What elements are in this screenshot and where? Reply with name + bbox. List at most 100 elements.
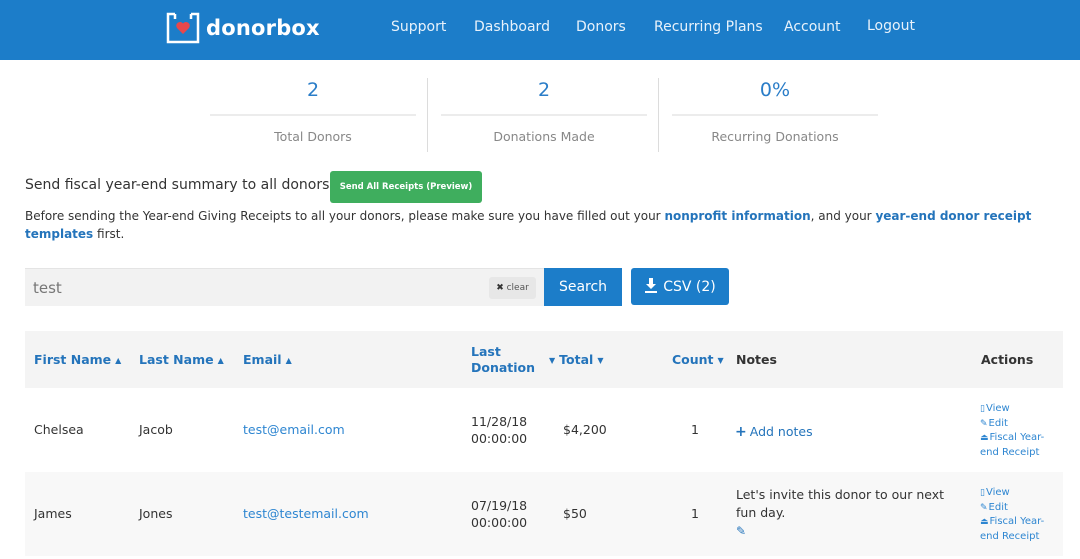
receipt-info-text: Before sending the Year-end Giving Recei…	[25, 208, 1055, 243]
stat-value: 2	[306, 79, 320, 101]
nav-account[interactable]: Account	[784, 19, 841, 35]
cell-count: 1	[691, 422, 699, 437]
nav-donors[interactable]: Donors	[576, 19, 626, 35]
cell-last-name: Jacob	[139, 422, 173, 437]
stat-total-donors: 2 Total Donors	[210, 76, 416, 144]
stat-donations-made: 2 Donations Made	[441, 76, 647, 144]
cell-last-name: Jones	[139, 506, 173, 521]
th-label: Last Name	[139, 352, 214, 367]
add-notes-button[interactable]: + Add notes	[735, 424, 813, 440]
file-icon: ▯	[980, 404, 985, 414]
top-navbar: donorbox Support Dashboard Donors Recurr…	[0, 0, 1080, 60]
table-row: Chelsea Jacob test@email.com 11/28/18 00…	[25, 388, 1063, 472]
edit-label: Edit	[988, 501, 1008, 513]
cell-first-name: James	[34, 506, 72, 521]
nav-logout[interactable]: Logout	[867, 18, 915, 34]
cell-total: $50	[563, 506, 587, 521]
th-count[interactable]: Count ▼	[672, 352, 724, 367]
th-total[interactable]: ▼ Total ▼	[549, 352, 603, 367]
clear-label: clear	[506, 283, 529, 293]
th-email[interactable]: Email ▲	[243, 352, 292, 367]
cell-email-link[interactable]: test@testemail.com	[243, 506, 369, 521]
sort-down-icon: ▼	[597, 356, 604, 365]
receipt-label: Fiscal Year-end Receipt	[980, 432, 1045, 458]
th-label: Total	[559, 352, 594, 367]
stat-value: 0%	[759, 79, 791, 101]
th-notes: Notes	[736, 352, 777, 367]
view-label: View	[985, 487, 1010, 498]
nav-support[interactable]: Support	[391, 19, 446, 35]
stat-divider-line	[210, 114, 416, 116]
stat-label: Total Donors	[274, 129, 352, 144]
file-icon: ▯	[980, 488, 985, 498]
th-label: First Name	[34, 352, 112, 367]
cell-email-link[interactable]: test@email.com	[243, 422, 345, 437]
donation-time: 00:00:00	[471, 431, 528, 446]
cell-notes: Let's invite this donor to our next fun …	[736, 486, 961, 538]
csv-export-button[interactable]: CSV (2)	[631, 268, 729, 305]
donation-time: 00:00:00	[471, 515, 528, 530]
receipt-question: Send fiscal year-end summary to all dono…	[25, 177, 337, 193]
info-middle: , and your	[810, 209, 876, 223]
stat-divider-line	[441, 114, 647, 116]
edit-note-icon[interactable]: ✎	[736, 524, 961, 538]
sort-down-icon: ▼	[717, 356, 724, 365]
cell-first-name: Chelsea	[34, 422, 84, 437]
csv-label: CSV (2)	[663, 278, 716, 295]
table-header: First Name ▲ Last Name ▲ Email ▲ Last Donat…	[25, 331, 1063, 388]
donation-date: 11/28/18	[471, 414, 528, 429]
th-label: Count	[672, 352, 714, 367]
edit-icon: ✎	[980, 418, 988, 429]
row-actions: ▯View ✎Edit ⏏Fiscal Year-end Receipt	[980, 402, 1060, 460]
view-label: View	[985, 403, 1010, 414]
edit-icon: ✎	[980, 502, 988, 513]
receipt-label: Fiscal Year-end Receipt	[980, 516, 1045, 542]
th-label: Email	[243, 352, 282, 367]
stat-label: Donations Made	[493, 129, 595, 144]
clear-search-button[interactable]: ✖ clear	[489, 277, 536, 299]
nonprofit-information-link[interactable]: nonprofit information	[664, 209, 810, 223]
donation-date: 07/19/18	[471, 498, 528, 513]
th-actions: Actions	[981, 352, 1034, 367]
stat-label: Recurring Donations	[711, 129, 839, 144]
download-tray-icon: ⏏	[980, 517, 989, 527]
fiscal-receipt-link[interactable]: ⏏Fiscal Year-end Receipt	[980, 515, 1060, 544]
info-suffix: first.	[93, 226, 125, 241]
stat-divider-line	[672, 114, 878, 116]
download-icon	[644, 277, 658, 297]
view-link[interactable]: ▯View	[980, 486, 1060, 501]
cell-total: $4,200	[563, 422, 607, 437]
download-tray-icon: ⏏	[980, 433, 989, 443]
edit-link[interactable]: ✎Edit	[980, 501, 1060, 516]
stat-separator	[658, 78, 659, 152]
stat-value: 2	[537, 79, 551, 101]
search-button[interactable]: Search	[544, 268, 622, 306]
search-bar: ✖ clear	[25, 268, 544, 306]
send-all-receipts-button[interactable]: Send All Receipts (Preview)	[330, 171, 482, 203]
search-input[interactable]	[33, 275, 473, 301]
fiscal-receipt-link[interactable]: ⏏Fiscal Year-end Receipt	[980, 431, 1060, 460]
th-last-donation[interactable]: Last Donation	[471, 344, 535, 376]
times-icon: ✖	[496, 283, 504, 293]
nav-recurring-plans[interactable]: Recurring Plans	[654, 19, 763, 35]
add-notes-label: Add notes	[749, 424, 813, 439]
th-last-name[interactable]: Last Name ▲	[139, 352, 224, 367]
info-prefix: Before sending the Year-end Giving Recei…	[25, 209, 665, 223]
nav-dashboard[interactable]: Dashboard	[474, 19, 550, 35]
table-row: James Jones test@testemail.com 07/19/18 …	[25, 472, 1063, 556]
note-text: Let's invite this donor to our next fun …	[736, 487, 945, 520]
row-actions: ▯View ✎Edit ⏏Fiscal Year-end Receipt	[980, 486, 1060, 544]
edit-label: Edit	[988, 417, 1008, 429]
cell-last-donation: 07/19/18 00:00:00	[471, 497, 527, 531]
sort-up-icon: ▲	[115, 356, 122, 365]
plus-icon: +	[735, 424, 747, 440]
th-first-name[interactable]: First Name ▲	[34, 352, 121, 367]
cell-last-donation: 11/28/18 00:00:00	[471, 413, 527, 447]
edit-link[interactable]: ✎Edit	[980, 417, 1060, 432]
stat-recurring-donations: 0% Recurring Donations	[672, 76, 878, 144]
cell-count: 1	[691, 506, 699, 521]
view-link[interactable]: ▯View	[980, 402, 1060, 417]
sort-down-icon: ▼	[549, 356, 556, 365]
sort-up-icon: ▲	[217, 356, 224, 365]
stat-separator	[427, 78, 428, 152]
